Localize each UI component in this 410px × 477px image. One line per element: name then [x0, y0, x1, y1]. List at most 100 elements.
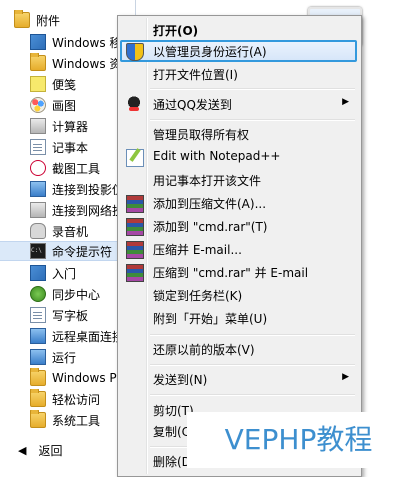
sticky-notes-icon [30, 76, 46, 92]
start-item-windows-powershell-folder[interactable]: Windows P [0, 368, 135, 388]
menu-item-send-via-qq[interactable]: 通过QQ发送到 ▶ [120, 93, 357, 115]
start-item-label: 远程桌面连接 [52, 329, 125, 344]
menu-item-label: 附到「开始」菜单(U) [153, 312, 268, 326]
folder-icon [30, 389, 46, 407]
menu-item-label: 打开(O) [153, 24, 199, 38]
menu-item-compress-and-email[interactable]: 压缩并 E-mail... [120, 238, 357, 260]
menu-item-label: 用记事本打开该文件 [153, 174, 262, 188]
start-item-label: Windows 资 [52, 56, 122, 71]
start-item-connect-projector[interactable]: 连接到投影仪 [0, 179, 135, 199]
start-item-ease-of-access-folder[interactable]: 轻松访问 [0, 389, 135, 409]
menu-item-add-to-cmd-rar[interactable]: 添加到 "cmd.rar"(T) [120, 215, 357, 237]
notepad-icon [30, 139, 46, 155]
run-icon [30, 349, 46, 365]
start-item-label: Windows P [52, 371, 117, 385]
menu-item-add-to-archive[interactable]: 添加到压缩文件(A)... [120, 192, 357, 214]
start-item-label: 截图工具 [52, 161, 101, 176]
folder-icon [30, 410, 46, 428]
menu-item-label: 添加到压缩文件(A)... [153, 197, 267, 211]
start-item-snipping-tool[interactable]: 截图工具 [0, 158, 135, 178]
menu-item-open-file-location[interactable]: 打开文件位置(I) [120, 63, 357, 85]
winrar-icon [126, 264, 144, 282]
start-item-label: 录音机 [52, 224, 89, 239]
menu-item-compress-to-cmd-rar-and-email[interactable]: 压缩到 "cmd.rar" 并 E-mail [120, 261, 357, 283]
getting-started-icon [30, 265, 46, 281]
menu-item-label: 通过QQ发送到 [153, 98, 232, 112]
start-item-accessories-folder[interactable]: 附件 [0, 10, 135, 30]
menu-item-label: 锁定到任务栏(K) [153, 289, 243, 303]
start-item-label: 轻松访问 [52, 392, 101, 407]
start-item-connect-network-projector[interactable]: 连接到网络投 [0, 200, 135, 220]
menu-separator [150, 119, 355, 121]
winrar-icon [126, 195, 144, 213]
start-item-label: 连接到网络投 [52, 203, 125, 218]
menu-item-edit-notepad-plus-plus[interactable]: Edit with Notepad++ [120, 146, 357, 168]
remote-desktop-icon [30, 328, 46, 344]
start-item-label: 命令提示符 [52, 244, 113, 259]
start-item-label: 记事本 [52, 140, 89, 155]
start-item-sticky-notes[interactable]: 便笺 [0, 74, 135, 94]
menu-separator [150, 334, 355, 336]
sync-center-icon [30, 286, 46, 302]
menu-item-take-ownership[interactable]: 管理员取得所有权 [120, 123, 357, 145]
menu-item-label: 打开文件位置(I) [153, 68, 238, 82]
start-item-windows-mobility[interactable]: Windows 移 [0, 32, 135, 52]
start-item-notepad[interactable]: 记事本 [0, 137, 135, 157]
start-item-label: 画图 [52, 98, 77, 113]
back-label: 返回 [38, 443, 63, 458]
menu-item-send-to[interactable]: 发送到(N) ▶ [120, 368, 357, 390]
notepad-plus-plus-icon [126, 149, 144, 167]
menu-item-pin-to-start-menu[interactable]: 附到「开始」菜单(U) [120, 307, 357, 329]
menu-item-label: 添加到 "cmd.rar"(T) [153, 220, 268, 234]
start-item-sync-center[interactable]: 同步中心 [0, 284, 135, 304]
start-item-command-prompt[interactable]: C:\ 命令提示符 [0, 241, 135, 261]
start-item-wordpad[interactable]: 写字板 [0, 305, 135, 325]
start-item-label: 连接到投影仪 [52, 182, 125, 197]
microphone-icon [30, 223, 46, 239]
watermark: VEPHP教程 [187, 412, 410, 468]
calculator-icon [30, 118, 46, 134]
folder-icon [30, 368, 46, 386]
winrar-icon [126, 218, 144, 236]
menu-item-label: 压缩到 "cmd.rar" 并 E-mail [153, 266, 309, 280]
start-item-paint[interactable]: 画图 [0, 95, 135, 115]
start-item-windows-explorer[interactable]: Windows 资 [0, 53, 135, 73]
start-item-label: 便笺 [52, 77, 77, 92]
start-item-calculator[interactable]: 计算器 [0, 116, 135, 136]
paint-icon [30, 97, 46, 113]
menu-item-label: 管理员取得所有权 [153, 128, 250, 142]
start-item-sound-recorder[interactable]: 录音机 [0, 221, 135, 241]
cmd-icon: C:\ [30, 243, 46, 259]
submenu-arrow-icon: ▶ [342, 97, 349, 107]
start-item-getting-started[interactable]: 入门 [0, 263, 135, 283]
menu-separator [150, 88, 355, 90]
start-item-run[interactable]: 运行 [0, 347, 135, 367]
start-item-remote-desktop[interactable]: 远程桌面连接 [0, 326, 135, 346]
back-button[interactable]: ◀ 返回 [0, 440, 135, 460]
submenu-arrow-icon: ▶ [342, 372, 349, 382]
network-projector-icon [30, 202, 46, 218]
menu-separator [150, 364, 355, 366]
start-item-label: 运行 [52, 350, 77, 365]
start-item-label: 入门 [52, 266, 77, 281]
start-menu-program-list: 附件 Windows 移 Windows 资 便笺 画图 计算器 记事本 截图工… [0, 0, 136, 468]
menu-item-restore-previous-versions[interactable]: 还原以前的版本(V) [120, 338, 357, 360]
start-item-system-tools-folder[interactable]: 系统工具 [0, 410, 135, 430]
projector-icon [30, 181, 46, 197]
menu-separator [150, 394, 355, 396]
start-item-label: 计算器 [52, 119, 89, 134]
menu-item-label: 发送到(N) [153, 373, 208, 387]
qq-icon [126, 96, 142, 112]
menu-item-label: 以管理员身份运行(A) [153, 45, 267, 59]
menu-item-label: 还原以前的版本(V) [153, 343, 255, 357]
snipping-tool-icon [30, 160, 46, 176]
menu-item-run-as-admin[interactable]: 以管理员身份运行(A) [120, 40, 357, 62]
menu-item-open-with-notepad[interactable]: 用记事本打开该文件 [120, 169, 357, 191]
windows-mobility-icon [30, 34, 46, 50]
wordpad-icon [30, 307, 46, 323]
menu-item-pin-to-taskbar[interactable]: 锁定到任务栏(K) [120, 284, 357, 306]
menu-item-open[interactable]: 打开(O) [120, 19, 357, 41]
windows-explorer-icon [30, 53, 46, 71]
uac-shield-icon [126, 43, 144, 61]
winrar-icon [126, 241, 144, 259]
